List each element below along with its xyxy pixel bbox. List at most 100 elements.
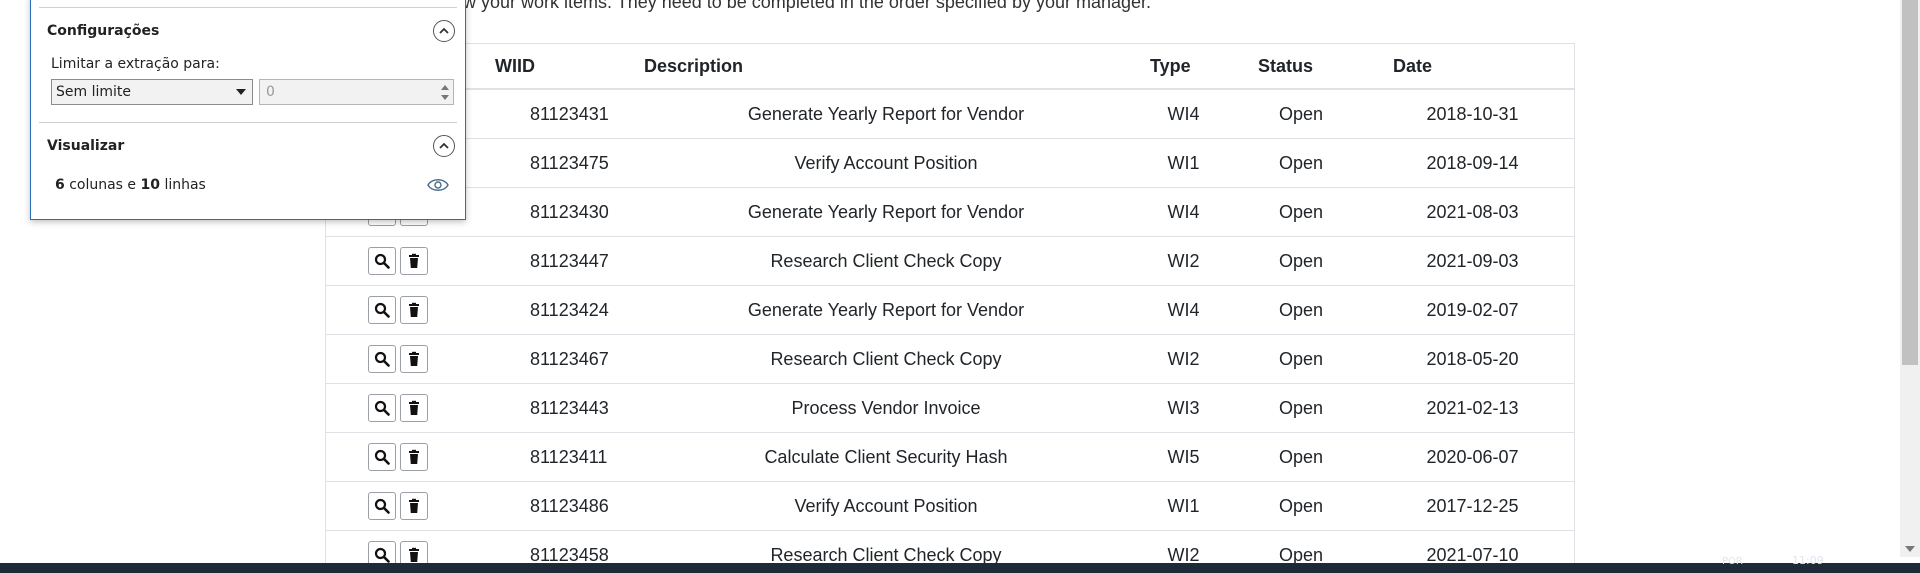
view-button[interactable] bbox=[368, 443, 396, 471]
limit-number-placeholder: 0 bbox=[266, 84, 275, 100]
divider bbox=[39, 7, 457, 8]
cell-type: WI1 bbox=[1136, 138, 1231, 188]
cell-date: 2019-02-07 bbox=[1371, 285, 1574, 335]
table-row: 81123447 Research Client Check Copy WI2 Ope… bbox=[326, 236, 1574, 286]
cell-status: Open bbox=[1231, 481, 1371, 531]
table-row: 81123411 Calculate Client Security Hash WI… bbox=[326, 432, 1574, 482]
view-button[interactable] bbox=[368, 541, 396, 563]
table-row: 81123430 Generate Yearly Report for Vendo… bbox=[326, 187, 1574, 237]
trash-icon bbox=[409, 302, 419, 317]
search-icon bbox=[374, 400, 390, 416]
cell-status: Open bbox=[1231, 236, 1371, 286]
cell-date: 2017-12-25 bbox=[1371, 481, 1574, 531]
search-icon bbox=[374, 302, 390, 318]
search-icon bbox=[374, 351, 390, 367]
cell-status: Open bbox=[1231, 187, 1371, 237]
header-wiid[interactable]: WIID bbox=[486, 43, 636, 90]
delete-button[interactable] bbox=[400, 492, 428, 520]
view-button[interactable] bbox=[368, 296, 396, 324]
row-count: 10 bbox=[140, 177, 160, 193]
header-description[interactable]: Description bbox=[636, 43, 1136, 90]
cell-wiid: 81123443 bbox=[486, 383, 636, 433]
chevron-up-icon bbox=[439, 27, 449, 34]
row-actions bbox=[326, 236, 486, 286]
cell-wiid: 81123411 bbox=[486, 432, 636, 482]
collapse-config-button[interactable] bbox=[433, 20, 455, 42]
cell-date: 2018-09-14 bbox=[1371, 138, 1574, 188]
trash-icon bbox=[409, 449, 419, 464]
cell-date: 2018-05-20 bbox=[1371, 334, 1574, 384]
delete-button[interactable] bbox=[400, 394, 428, 422]
cell-type: WI2 bbox=[1136, 334, 1231, 384]
cell-type: WI1 bbox=[1136, 481, 1231, 531]
cell-date: 2021-09-03 bbox=[1371, 236, 1574, 286]
chevron-up-icon bbox=[439, 142, 449, 149]
trash-icon bbox=[409, 253, 419, 268]
cell-date: 2021-08-03 bbox=[1371, 187, 1574, 237]
divider bbox=[39, 122, 457, 123]
delete-button[interactable] bbox=[400, 296, 428, 324]
cell-status: Open bbox=[1231, 88, 1371, 139]
cell-description: Verify Account Position bbox=[636, 138, 1136, 188]
cell-type: WI5 bbox=[1136, 432, 1231, 482]
header-status[interactable]: Status bbox=[1231, 43, 1371, 90]
cell-status: Open bbox=[1231, 285, 1371, 335]
delete-button[interactable] bbox=[400, 345, 428, 373]
taskbar: POR 11:09 bbox=[0, 554, 1920, 573]
collapse-view-button[interactable] bbox=[433, 135, 455, 157]
cell-status: Open bbox=[1231, 383, 1371, 433]
row-actions bbox=[326, 285, 486, 335]
cell-description: Process Vendor Invoice bbox=[636, 383, 1136, 433]
cell-wiid: 81123458 bbox=[486, 530, 636, 563]
view-button[interactable] bbox=[368, 492, 396, 520]
cell-date: 2021-02-13 bbox=[1371, 383, 1574, 433]
limit-number-input[interactable]: 0 bbox=[259, 79, 454, 105]
cell-date: 2020-06-07 bbox=[1371, 432, 1574, 482]
cell-type: WI3 bbox=[1136, 383, 1231, 433]
cell-wiid: 81123447 bbox=[486, 236, 636, 286]
cell-description: Calculate Client Security Hash bbox=[636, 432, 1136, 482]
cell-description: Research Client Check Copy bbox=[636, 530, 1136, 563]
table-header-row: WIID Description Type Status Date bbox=[326, 43, 1574, 90]
cell-description: Generate Yearly Report for Vendor bbox=[636, 88, 1136, 139]
taskbar-clock[interactable]: 11:09 bbox=[1792, 554, 1824, 567]
table-row: 81123458 Research Client Check Copy WI2 Ope… bbox=[326, 530, 1574, 563]
cell-status: Open bbox=[1231, 432, 1371, 482]
delete-button[interactable] bbox=[400, 443, 428, 471]
scrollbar-thumb[interactable] bbox=[1902, 0, 1918, 365]
view-button[interactable] bbox=[368, 247, 396, 275]
cell-wiid: 81123430 bbox=[486, 187, 636, 237]
spin-down-icon[interactable] bbox=[441, 95, 449, 100]
header-date[interactable]: Date bbox=[1371, 43, 1574, 90]
spin-up-icon[interactable] bbox=[441, 85, 449, 90]
work-items-table: WIID Description Type Status Date 811234… bbox=[325, 43, 1575, 563]
row-actions bbox=[326, 383, 486, 433]
cell-description: Research Client Check Copy bbox=[636, 236, 1136, 286]
table-row: 81123467 Research Client Check Copy WI2 Ope… bbox=[326, 334, 1574, 384]
limit-select[interactable]: Sem limite bbox=[51, 79, 253, 105]
cell-wiid: 81123475 bbox=[486, 138, 636, 188]
limit-select-value: Sem limite bbox=[56, 84, 131, 100]
trash-icon bbox=[409, 547, 419, 562]
cell-wiid: 81123486 bbox=[486, 481, 636, 531]
cell-date: 2021-07-10 bbox=[1371, 530, 1574, 563]
rows-word: linhas bbox=[164, 177, 206, 193]
view-button[interactable] bbox=[368, 345, 396, 373]
header-type[interactable]: Type bbox=[1136, 43, 1231, 90]
delete-button[interactable] bbox=[400, 541, 428, 563]
scroll-down-arrow-icon[interactable] bbox=[1905, 546, 1915, 552]
delete-button[interactable] bbox=[400, 247, 428, 275]
taskbar-language[interactable]: POR bbox=[1722, 556, 1743, 567]
table-row: 81123475 Verify Account Position WI1 Open 20… bbox=[326, 138, 1574, 188]
limit-label: Limitar a extração para: bbox=[51, 56, 220, 72]
eye-icon[interactable] bbox=[427, 177, 449, 193]
view-button[interactable] bbox=[368, 394, 396, 422]
view-summary: 6 colunas e 10 linhas bbox=[55, 177, 206, 193]
cell-description: Research Client Check Copy bbox=[636, 334, 1136, 384]
cell-type: WI4 bbox=[1136, 187, 1231, 237]
row-actions bbox=[326, 334, 486, 384]
row-actions bbox=[326, 432, 486, 482]
cell-description: Generate Yearly Report for Vendor bbox=[636, 285, 1136, 335]
search-icon bbox=[374, 498, 390, 514]
dropdown-arrow-icon bbox=[236, 89, 246, 95]
